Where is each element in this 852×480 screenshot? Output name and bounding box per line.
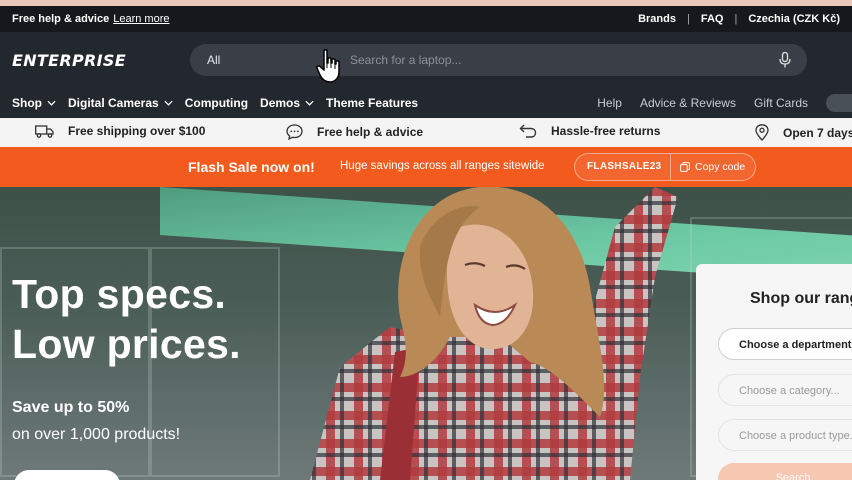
hero-headline: Top specs. Low prices.	[12, 269, 241, 369]
advice-reviews-link[interactable]: Advice & Reviews	[640, 96, 736, 110]
learn-more-link[interactable]: Learn more	[113, 13, 169, 25]
main-navigation: Shop Digital Cameras Computing Demos The…	[0, 92, 852, 114]
usp-label: Free help & advice	[317, 125, 424, 139]
usp-open: Open 7 days	[755, 124, 852, 141]
hand-pointer-cursor	[316, 49, 340, 83]
divider	[670, 154, 671, 180]
nav-label: Shop	[12, 96, 42, 110]
secondary-navigation: Help Advice & Reviews Gift Cards	[597, 92, 852, 114]
help-link[interactable]: Help	[597, 96, 622, 110]
promo-code-pill: FLASHSALE23 Copy code	[574, 153, 756, 181]
headline-line-2: Low prices.	[12, 321, 241, 367]
nav-label: Theme Features	[326, 96, 419, 110]
hero-offer: Save up to 50%	[12, 399, 130, 416]
hero-offer-detail: on over 1,000 products!	[12, 426, 181, 443]
usp-shipping: Free shipping over $100	[35, 124, 205, 138]
gift-cards-link[interactable]: Gift Cards	[754, 96, 808, 110]
location-pin-icon	[755, 124, 769, 141]
site-logo[interactable]: ENTERPRISE	[12, 51, 126, 70]
return-arrow-icon	[519, 124, 537, 138]
site-header: ENTERPRISE All Shop Digital Cameras Comp…	[0, 32, 852, 118]
copy-icon	[680, 162, 690, 172]
nav-label: Digital Cameras	[68, 96, 159, 110]
nav-item-demos[interactable]: Demos	[260, 96, 314, 110]
search-bar: All	[190, 44, 807, 76]
free-help-text: Free help & advice Learn more	[12, 13, 170, 25]
flash-sale-banner: Flash Sale now on! Huge savings across a…	[0, 147, 852, 187]
panel-title: Shop our range	[750, 290, 852, 307]
hero-cta-button[interactable]	[14, 470, 120, 480]
topbar-links: Brands | FAQ | Czechia (CZK Kč)	[638, 13, 840, 25]
nav-label: Computing	[184, 96, 249, 110]
search-input[interactable]	[350, 48, 750, 72]
hero-model-image	[310, 187, 678, 480]
usp-label: Open 7 days	[783, 125, 852, 140]
product-type-select[interactable]: Choose a product type...	[718, 419, 852, 451]
microphone-icon[interactable]	[779, 52, 791, 68]
usp-help: Free help & advice	[286, 124, 423, 140]
usp-bar: Free shipping over $100 Free help & advi…	[0, 118, 852, 147]
nav-label: Demos	[260, 96, 301, 110]
truck-icon	[35, 124, 54, 138]
headline-line-1: Top specs.	[12, 271, 227, 317]
nav-item-digital-cameras[interactable]: Digital Cameras	[68, 96, 173, 110]
chevron-down-icon	[305, 100, 314, 106]
nav-item-theme-features[interactable]: Theme Features	[326, 96, 418, 110]
copy-code-label: Copy code	[695, 161, 746, 173]
usp-returns: Hassle-free returns	[519, 124, 660, 138]
announcement-bar: Free help & advice Learn more Brands | FA…	[0, 6, 852, 32]
chat-bubble-icon	[286, 124, 303, 140]
search-category-select[interactable]: All	[207, 53, 220, 67]
phone-button[interactable]	[826, 94, 852, 112]
chevron-down-icon	[47, 100, 56, 106]
shop-range-panel: Shop our range Choose a department... Ch…	[696, 264, 852, 480]
copy-code-button[interactable]: Copy code	[680, 161, 745, 173]
department-select[interactable]: Choose a department...	[718, 328, 852, 360]
promo-code: FLASHSALE23	[587, 161, 662, 172]
faq-link[interactable]: FAQ	[701, 13, 724, 25]
chevron-down-icon	[164, 100, 173, 106]
nav-item-computing[interactable]: Computing	[185, 96, 248, 110]
country-currency-selector[interactable]: Czechia (CZK Kč)	[748, 13, 840, 25]
search-button[interactable]: Search	[718, 463, 852, 480]
usp-label: Hassle-free returns	[551, 124, 661, 138]
separator: |	[686, 13, 690, 25]
usp-label: Free shipping over $100	[68, 124, 206, 138]
nav-item-shop[interactable]: Shop	[12, 96, 56, 110]
separator: |	[734, 13, 738, 25]
flash-sale-subtitle: Huge savings across all ranges sitewide	[340, 160, 545, 172]
brands-link[interactable]: Brands	[638, 13, 676, 25]
category-select[interactable]: Choose a category...	[718, 374, 852, 406]
flash-sale-title: Flash Sale now on!	[188, 159, 315, 175]
